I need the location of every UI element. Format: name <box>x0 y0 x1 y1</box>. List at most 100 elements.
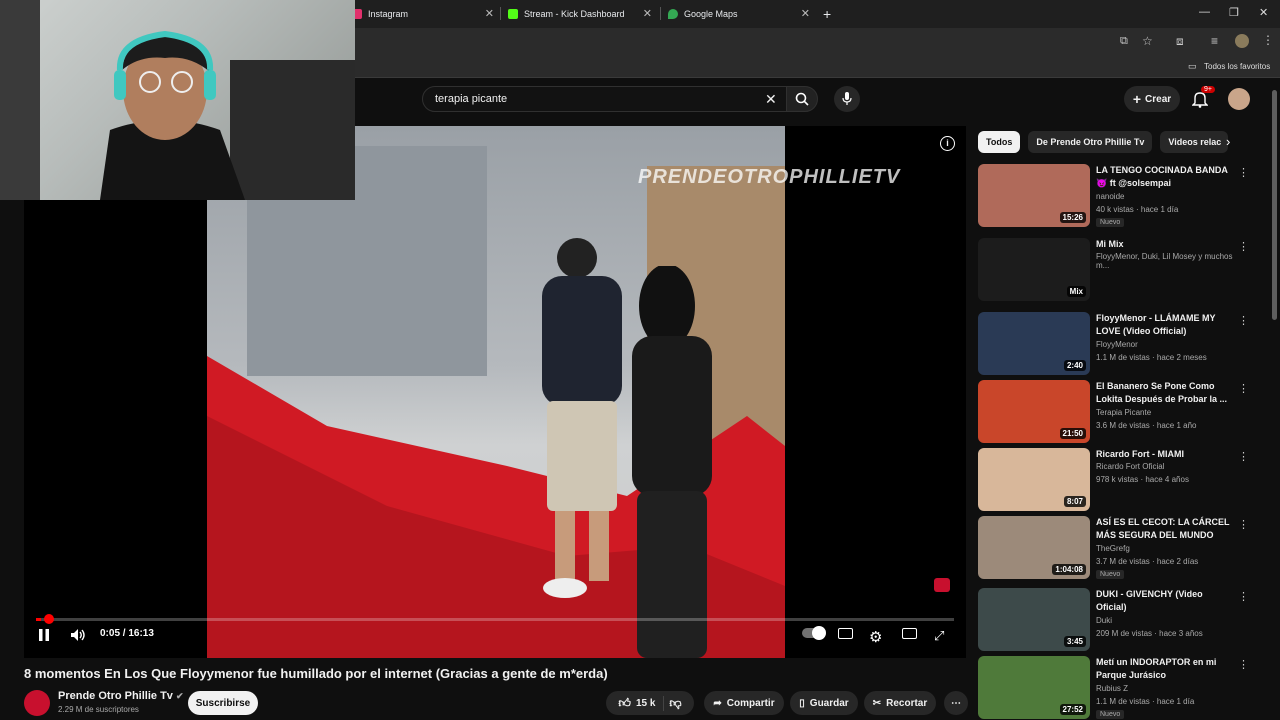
scrollbar[interactable] <box>1272 90 1277 320</box>
bookmark-folder[interactable]: Todos los favoritos <box>1204 62 1270 71</box>
install-icon[interactable]: ⧉ <box>1120 35 1128 48</box>
like-button[interactable]: 👍︎ 15 k <box>618 695 665 711</box>
duration-badge: 21:50 <box>1059 428 1086 439</box>
channel-watermark-icon[interactable] <box>934 578 950 592</box>
channel-avatar[interactable] <box>24 690 50 716</box>
pause-button[interactable] <box>38 628 50 642</box>
recommendation-channel[interactable]: nanoide <box>1096 192 1124 201</box>
create-button[interactable]: + Crear <box>1124 86 1180 112</box>
recommendation-item[interactable]: 15:26 LA TENGO COCINADA BANDA 😈 ft @solse… <box>978 164 1249 228</box>
tab-google-maps[interactable]: Google Maps ✕ <box>668 4 814 24</box>
recommendation-title[interactable]: DUKI - GIVENCHY (Video Oficial) <box>1096 588 1232 614</box>
profile-avatar[interactable] <box>1235 34 1249 48</box>
recommendation-thumbnail[interactable]: 15:26 <box>978 164 1090 227</box>
menu-icon[interactable]: ⋮ <box>1262 33 1274 47</box>
more-options-icon[interactable]: ⋮ <box>1238 166 1249 179</box>
more-options-icon[interactable]: ⋮ <box>1238 658 1249 671</box>
more-options-icon[interactable]: ⋮ <box>1238 314 1249 327</box>
more-options-icon[interactable]: ⋮ <box>1238 240 1249 253</box>
search-input[interactable]: terapia picante ✕ <box>422 86 788 112</box>
recommendation-channel[interactable]: Terapia Picante <box>1096 408 1151 417</box>
new-tab-button[interactable]: + <box>823 4 831 24</box>
recommendation-title[interactable]: Mi Mix <box>1096 238 1232 251</box>
recommendation-title[interactable]: LA TENGO COCINADA BANDA 😈 ft @solsempai <box>1096 164 1232 190</box>
dislike-button[interactable]: 👎︎ <box>669 696 681 711</box>
fullscreen-icon: ⤢ <box>934 628 945 643</box>
subtitles-button[interactable] <box>838 628 853 639</box>
account-avatar[interactable] <box>1228 88 1250 110</box>
search-button[interactable] <box>786 86 818 112</box>
channel-name[interactable]: Prende Otro Phillie Tv ✔ <box>58 690 184 702</box>
video-player[interactable]: PRENDEOTROPHILLIETV i 0:05 / 16:13 ⚙ ⤢ <box>24 126 966 658</box>
recommendation-item[interactable]: 27:52 Metí un INDORAPTOR en mi Parque Jur… <box>978 656 1249 720</box>
recommendation-channel[interactable]: Ricardo Fort Oficial <box>1096 462 1164 471</box>
extensions-icon[interactable]: ⧈ <box>1176 34 1184 49</box>
info-icon[interactable]: i <box>940 136 955 151</box>
share-button[interactable]: ➦ Compartir <box>704 691 784 715</box>
recommendation-thumbnail[interactable]: Mix <box>978 238 1090 301</box>
tab-kick-dashboard[interactable]: Stream - Kick Dashboard ✕ <box>508 4 656 24</box>
progress-scrubber[interactable] <box>44 614 54 624</box>
chip-related[interactable]: Videos relac <box>1160 131 1229 153</box>
recommendation-title[interactable]: Ricardo Fort - MIAMI <box>1096 448 1232 461</box>
clear-search-icon[interactable]: ✕ <box>765 91 777 108</box>
recommendation-item[interactable]: 21:50 El Bananero Se Pone Como Lokita Des… <box>978 380 1249 444</box>
chip-all[interactable]: Todos <box>978 131 1021 153</box>
recommendation-thumbnail[interactable]: 21:50 <box>978 380 1090 443</box>
subscribe-button[interactable]: Suscribirse <box>188 691 258 715</box>
more-options-icon[interactable]: ⋮ <box>1238 518 1249 531</box>
save-button[interactable]: ▯ Guardar <box>790 691 858 715</box>
progress-bar[interactable] <box>36 614 954 624</box>
recommendation-item[interactable]: 2:40 FloyyMenor - LLÁMAME MY LOVE (Video … <box>978 312 1249 376</box>
chevron-right-icon[interactable]: › <box>1226 134 1230 149</box>
star-icon[interactable]: ☆ <box>1142 34 1153 48</box>
recommendation-item[interactable]: 8:07 Ricardo Fort - MIAMI Ricardo Fort Ofi… <box>978 448 1249 512</box>
recommendation-title[interactable]: FloyyMenor - LLÁMAME MY LOVE (Video Offi… <box>1096 312 1232 338</box>
close-tab-icon[interactable]: ✕ <box>485 7 494 20</box>
chip-channel[interactable]: De Prende Otro Phillie Tv <box>1028 131 1153 153</box>
recommendation-title[interactable]: Metí un INDORAPTOR en mi Parque Jurásico <box>1096 656 1232 682</box>
more-icon: ⋯ <box>951 697 961 709</box>
duration-badge: 15:26 <box>1059 212 1086 223</box>
settings-button[interactable]: ⚙ <box>869 628 882 646</box>
recommendation-channel[interactable]: Rubius Z <box>1096 684 1128 693</box>
miniplayer-button[interactable] <box>902 628 917 639</box>
recommendation-thumbnail[interactable]: 2:40 <box>978 312 1090 375</box>
recommendation-item[interactable]: 3:45 DUKI - GIVENCHY (Video Oficial) Duki 2… <box>978 588 1249 652</box>
volume-button[interactable] <box>70 628 86 642</box>
notifications-button[interactable]: 9+ <box>1191 86 1215 113</box>
tab-instagram[interactable]: Instagram ✕ <box>352 4 498 24</box>
more-options-icon[interactable]: ⋮ <box>1238 450 1249 463</box>
recommendation-thumbnail[interactable]: 27:52 <box>978 656 1090 719</box>
clip-button[interactable]: ✂ Recortar <box>864 691 936 715</box>
recommendation-thumbnail[interactable]: 1:04:08 <box>978 516 1090 579</box>
recommendation-thumbnail[interactable]: 8:07 <box>978 448 1090 511</box>
recommendation-item[interactable]: Mix Mi Mix FloyyMenor, Duki, Lil Mosey y m… <box>978 238 1249 302</box>
maps-icon <box>668 9 678 19</box>
fullscreen-button[interactable]: ⤢ <box>934 628 944 644</box>
recommendation-meta: 3.6 M de vistas · hace 1 año <box>1096 421 1197 430</box>
recommendation-title[interactable]: El Bananero Se Pone Como Lokita Después … <box>1096 380 1232 406</box>
progress-fill <box>36 618 41 621</box>
autoplay-toggle[interactable] <box>802 626 826 640</box>
recommendation-item[interactable]: 1:04:08 ASÍ ES EL CECOT: LA CÁRCEL MÁS SE… <box>978 516 1249 580</box>
minimize-icon[interactable]: — <box>1199 6 1210 18</box>
recommendation-channel[interactable]: TheGrefg <box>1096 544 1130 553</box>
recommendation-thumbnail[interactable]: 3:45 <box>978 588 1090 651</box>
media-icon[interactable]: ≡ <box>1211 34 1218 48</box>
duration-badge: 3:45 <box>1063 636 1086 647</box>
close-tab-icon[interactable]: ✕ <box>643 7 652 20</box>
voice-search-button[interactable] <box>834 86 860 112</box>
more-actions-button[interactable]: ⋯ <box>944 691 968 715</box>
recommendation-channel[interactable]: FloyyMenor <box>1096 340 1138 349</box>
more-options-icon[interactable]: ⋮ <box>1238 590 1249 603</box>
like-dislike-group: 👍︎ 15 k 👎︎ <box>606 691 694 715</box>
time-display: 0:05 / 16:13 <box>100 628 154 639</box>
restore-icon[interactable]: ❐ <box>1229 6 1239 19</box>
close-window-icon[interactable]: ✕ <box>1259 6 1268 19</box>
more-options-icon[interactable]: ⋮ <box>1238 382 1249 395</box>
recommendation-channel[interactable]: Duki <box>1096 616 1112 625</box>
close-tab-icon[interactable]: ✕ <box>801 7 810 20</box>
recommendation-title[interactable]: ASÍ ES EL CECOT: LA CÁRCEL MÁS SEGURA DE… <box>1096 516 1232 542</box>
recommendation-channel[interactable]: FloyyMenor, Duki, Lil Mosey y muchos m..… <box>1096 252 1248 270</box>
